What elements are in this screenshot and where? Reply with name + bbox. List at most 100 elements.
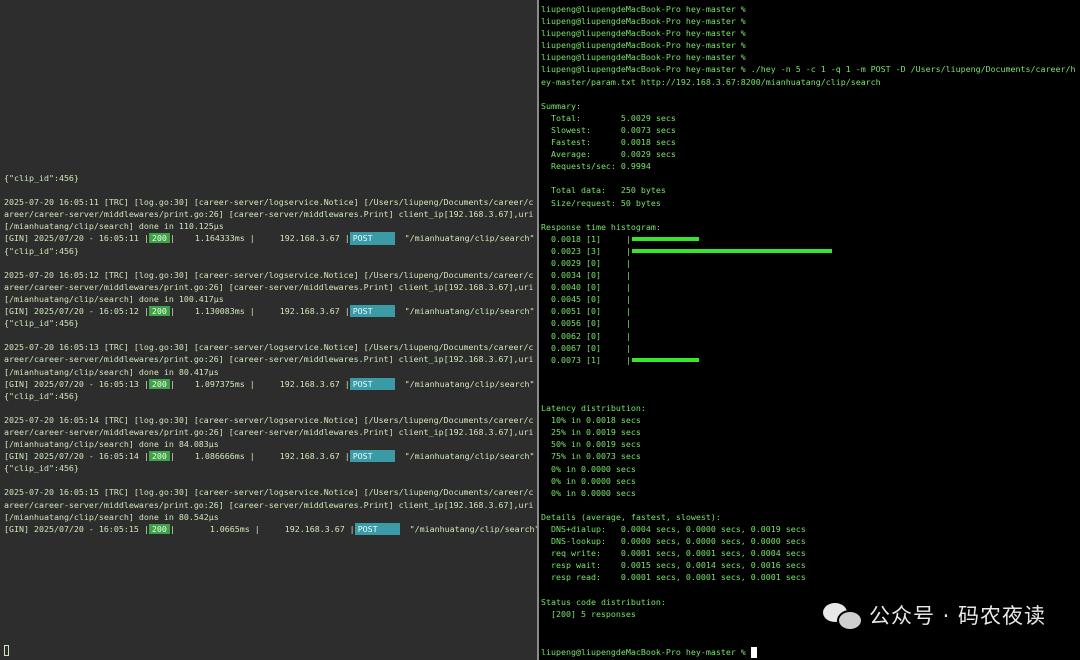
summary-line: Requests/sec: 0.9994 <box>541 161 651 172</box>
histogram-row: 0.0018 [1] | <box>541 233 1080 245</box>
latency-distribution: 10% in 0.0018 secs 25% in 0.0019 secs 50… <box>541 414 1080 499</box>
wechat-icon <box>822 601 863 631</box>
prompt-line: liupeng@liupengdeMacBook-Pro hey-master … <box>541 16 746 27</box>
gin-latency-ip: | 1.097375ms | 192.168.3.67 | <box>169 378 350 389</box>
histogram-row: 0.0023 [3] | <box>541 245 1080 257</box>
active-prompt[interactable]: liupeng@liupengdeMacBook-Pro hey-master … <box>541 646 757 658</box>
histogram-label: 0.0067 [0] | <box>541 342 631 353</box>
method-badge: POST <box>349 377 395 390</box>
prompt-line: liupeng@liupengdeMacBook-Pro hey-master … <box>541 28 746 39</box>
request-path: "/mianhuatang/clip/search" <box>394 233 535 244</box>
request-body-line: {"clip_id":456} <box>4 173 79 183</box>
latency-line: 0% in 0.0000 secs <box>541 463 636 474</box>
method-badge: POST <box>349 450 395 463</box>
status-badge: 200 <box>148 451 170 462</box>
log-entries: 2025-07-20 16:05:11 [TRC] [log.go:30] [c… <box>4 196 537 535</box>
prompt-line: liupeng@liupengdeMacBook-Pro hey-master … <box>541 4 746 14</box>
response-time-histogram: 0.0018 [1] | 0.0023 [3] | 0.0029 [0] | 0… <box>541 233 1080 366</box>
request-path: "/mianhuatang/clip/search" <box>394 378 535 389</box>
details-title: Details (average, fastest, slowest): <box>541 511 721 522</box>
status-badge: 200 <box>148 233 170 244</box>
histogram-row: 0.0045 [0] | <box>541 293 1080 305</box>
histogram-row: 0.0040 [0] | <box>541 281 1080 293</box>
log-line: [/mianhuatang/clip/search] done in 100.4… <box>4 293 224 304</box>
gin-prefix: [GIN] 2025/07/20 - 16:05:11 | <box>4 233 149 244</box>
method-badge: POST <box>354 522 400 535</box>
gin-prefix: [GIN] 2025/07/20 - 16:05:15 | <box>4 523 149 534</box>
histogram-row: 0.0029 [0] | <box>541 257 1080 269</box>
histogram-label: 0.0029 [0] | <box>541 257 631 268</box>
log-line: areer/career-server/middlewares/print.go… <box>4 426 534 437</box>
details-block: DNS+dialup: 0.0004 secs, 0.0000 secs, 0.… <box>541 523 1080 583</box>
log-line: areer/career-server/middlewares/print.go… <box>4 354 534 365</box>
summary-line: Total: 5.0029 secs <box>541 112 676 123</box>
gin-prefix: [GIN] 2025/07/20 - 16:05:12 | <box>4 306 149 317</box>
request-body-line: {"clip_id":456} <box>4 463 79 474</box>
gin-log-line: [GIN] 2025/07/20 - 16:05:12 | 200 | 1.1300… <box>4 305 535 318</box>
histogram-label: 0.0045 [0] | <box>541 294 631 305</box>
left-terminal-pane[interactable]: {"clip_id":456} 2025-07-20 16:05:11 [TRC… <box>0 0 537 660</box>
histogram-label: 0.0062 [0] | <box>541 330 631 341</box>
summary-block: Total: 5.0029 secs Slowest: 0.0073 secs … <box>541 112 1080 172</box>
details-line: resp read: 0.0001 secs, 0.0001 secs, 0.0… <box>541 572 806 583</box>
data-size-line: Total data: 250 bytes <box>541 185 666 196</box>
histogram-row: 0.0073 [1] | <box>541 354 1080 366</box>
histogram-label: 0.0023 [3] | <box>541 245 631 256</box>
summary-line: Fastest: 0.0018 secs <box>541 137 676 148</box>
gin-prefix: [GIN] 2025/07/20 - 16:05:13 | <box>4 378 149 389</box>
gin-latency-ip: | 1.0665ms | 192.168.3.67 | <box>169 523 355 534</box>
gin-log-line: [GIN] 2025/07/20 - 16:05:15 | 200 | 1.0665… <box>4 522 537 535</box>
status-badge: 200 <box>148 306 170 317</box>
histogram-label: 0.0073 [1] | <box>541 354 631 365</box>
method-badge: POST <box>349 232 395 245</box>
request-body-line: {"clip_id":456} <box>4 390 79 401</box>
right-terminal-pane[interactable]: liupeng@liupengdeMacBook-Pro hey-master … <box>539 0 1080 660</box>
histogram-row: 0.0056 [0] | <box>541 317 1080 329</box>
log-line: areer/career-server/middlewares/print.go… <box>4 281 534 292</box>
summary-line: Average: 0.0029 secs <box>541 149 676 160</box>
request-path: "/mianhuatang/clip/search" <box>394 451 535 462</box>
watermark-text: 公众号 · 码农夜读 <box>868 604 1046 628</box>
histogram-title: Response time histogram: <box>541 221 661 232</box>
details-line: DNS-lookup: 0.0000 secs, 0.0000 secs, 0.… <box>541 536 806 547</box>
prompt-line: liupeng@liupengdeMacBook-Pro hey-master … <box>541 40 746 51</box>
latency-title: Latency distribution: <box>541 403 646 414</box>
histogram-label: 0.0051 [0] | <box>541 306 631 317</box>
log-line: 2025-07-20 16:05:13 [TRC] [log.go:30] [c… <box>4 342 534 353</box>
log-line: [/mianhuatang/clip/search] done in 80.54… <box>4 511 219 522</box>
gin-log-line: [GIN] 2025/07/20 - 16:05:11 | 200 | 1.1643… <box>4 232 535 245</box>
left-terminal-blank-area <box>4 4 534 172</box>
log-line: [/mianhuatang/clip/search] done in 110.1… <box>4 221 224 232</box>
prompt-history: liupeng@liupengdeMacBook-Pro hey-master … <box>541 3 1080 63</box>
request-body-line: {"clip_id":456} <box>4 245 79 256</box>
log-line: [/mianhuatang/clip/search] done in 80.41… <box>4 366 219 377</box>
prompt-text: liupeng@liupengdeMacBook-Pro hey-master … <box>541 646 751 657</box>
command-line-wrap: ey-master/param.txt http://192.168.3.67:… <box>541 76 881 87</box>
terminal-cursor <box>750 646 757 658</box>
command-line: liupeng@liupengdeMacBook-Pro hey-master … <box>541 64 1076 75</box>
latency-line: 10% in 0.0018 secs <box>541 415 641 426</box>
histogram-bar <box>631 248 832 253</box>
latency-line: 50% in 0.0019 secs <box>541 439 641 450</box>
histogram-bar <box>631 236 699 241</box>
status-badge: 200 <box>148 523 170 534</box>
gin-latency-ip: | 1.164333ms | 192.168.3.67 | <box>169 233 350 244</box>
histogram-row: 0.0051 [0] | <box>541 305 1080 317</box>
log-line: 2025-07-20 16:05:14 [TRC] [log.go:30] [c… <box>4 414 534 425</box>
latency-line: 0% in 0.0000 secs <box>541 487 636 498</box>
data-size-line: Size/request: 50 bytes <box>541 197 661 208</box>
latency-line: 0% in 0.0000 secs <box>541 475 636 486</box>
log-line: areer/career-server/middlewares/print.go… <box>4 499 534 510</box>
gin-log-line: [GIN] 2025/07/20 - 16:05:13 | 200 | 1.0973… <box>4 377 535 390</box>
latency-line: 25% in 0.0019 secs <box>541 427 641 438</box>
histogram-row: 0.0034 [0] | <box>541 269 1080 281</box>
gin-latency-ip: | 1.086666ms | 192.168.3.67 | <box>169 451 350 462</box>
